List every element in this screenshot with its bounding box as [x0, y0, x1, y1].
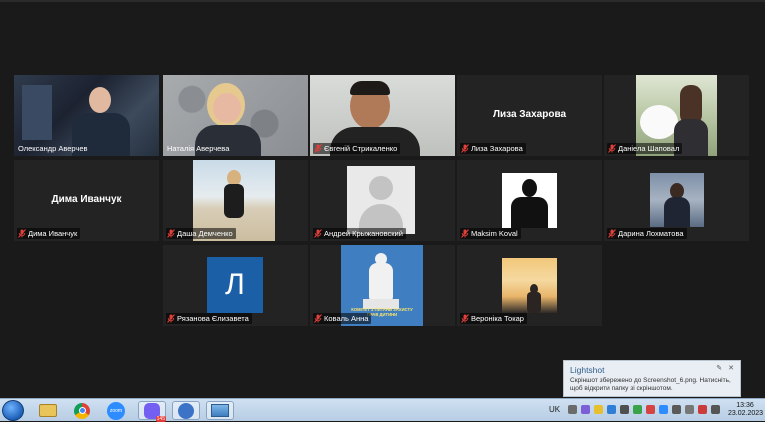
- participant-name-label: Євгеній Стрикаленко: [313, 143, 401, 154]
- participant-tile-9[interactable]: Maksim Koval: [457, 160, 602, 241]
- notification-title: Lightshot: [570, 365, 605, 375]
- muted-mic-icon: [461, 314, 469, 323]
- silhouette-body: [511, 197, 548, 228]
- notification-text: Скріншот збережено до Screenshot_6.png. …: [570, 377, 731, 392]
- clock-time: 13:36: [736, 402, 754, 409]
- participant-tile-7[interactable]: Даша Демченко: [163, 160, 308, 241]
- participant-tile-8[interactable]: Андрей Крыжановский: [310, 160, 455, 241]
- profile-photo: [502, 173, 557, 228]
- muted-mic-icon: [608, 229, 616, 238]
- muted-mic-icon: [314, 314, 322, 323]
- title-bar: [0, 0, 765, 2]
- tray-arrow-icon[interactable]: [568, 405, 577, 414]
- person-head: [213, 93, 241, 123]
- muted-mic-icon: [167, 229, 175, 238]
- default-avatar: [347, 166, 415, 234]
- app-icon: [178, 402, 194, 419]
- chrome-taskbar-button[interactable]: [68, 401, 96, 420]
- teams-taskbar-button[interactable]: [172, 401, 200, 420]
- tray-app-icon[interactable]: [698, 405, 707, 414]
- volume-icon[interactable]: [711, 405, 720, 414]
- participant-tile-1[interactable]: Олександр Аверчев: [14, 75, 159, 156]
- participant-tile-3[interactable]: Євгеній Стрикаленко: [310, 75, 455, 156]
- tray-app-icon[interactable]: [646, 405, 655, 414]
- silhouette-head: [522, 179, 537, 197]
- explorer-taskbar-button[interactable]: [34, 401, 62, 420]
- viber-icon: 145: [144, 402, 166, 422]
- person-body: [527, 292, 541, 313]
- muted-mic-icon: [18, 229, 26, 238]
- photos-taskbar-button[interactable]: [206, 401, 234, 420]
- participant-tile-13[interactable]: Вероніка Токар: [457, 245, 602, 326]
- muted-mic-icon: [461, 229, 469, 238]
- lightshot-tray-icon[interactable]: [581, 405, 590, 414]
- participant-tile-10[interactable]: Дарина Лохматова: [604, 160, 749, 241]
- close-icon[interactable]: ✕: [728, 364, 734, 372]
- flower-bouquet: [640, 105, 678, 139]
- profile-photo: [650, 173, 704, 227]
- folder-icon: [39, 404, 57, 417]
- tray-app-icon[interactable]: [607, 405, 616, 414]
- participant-name-label: Коваль Анна: [313, 313, 372, 324]
- participant-name-label: Наталія Аверчева: [167, 144, 230, 153]
- viber-taskbar-button[interactable]: 145: [138, 401, 166, 422]
- muted-mic-icon: [314, 229, 322, 238]
- participant-display-name: Дима Иванчук: [51, 194, 122, 205]
- profile-photo: [502, 258, 557, 313]
- participant-display-name: Лиза Захарова: [492, 109, 567, 120]
- windows-taskbar: zoom 145 UK 13:36 23.02.2023: [0, 398, 765, 422]
- participant-name-label: Андрей Крыжановский: [313, 228, 406, 239]
- person-body: [664, 197, 690, 227]
- tray-app-icon[interactable]: [620, 405, 629, 414]
- person-body: [224, 184, 244, 218]
- muted-mic-icon: [314, 144, 322, 153]
- avatar-head-icon: [369, 176, 393, 200]
- participant-name-label: Вероніка Токар: [460, 313, 527, 324]
- system-clock[interactable]: 13:36 23.02.2023: [728, 402, 764, 418]
- tray-app-icon[interactable]: [594, 405, 603, 414]
- participant-name-label: Олександр Аверчев: [18, 144, 88, 153]
- person-hair: [350, 81, 390, 95]
- letter-avatar: Л: [207, 257, 263, 313]
- participant-name-label: Даша Демченко: [166, 228, 236, 239]
- participant-tile-12[interactable]: КОМІТЕТ З ПИТАНЬ ЗАХИСТУ ПРАВ ДИТИНИ Ков…: [310, 245, 455, 326]
- participant-name-label: Дима Иванчук: [17, 228, 81, 239]
- flag-icon[interactable]: [685, 405, 694, 414]
- participant-name-label: Maksim Koval: [460, 228, 521, 239]
- participant-name-label: Даніела Шаповал: [607, 143, 683, 154]
- bookshelf: [22, 85, 52, 140]
- lightshot-notification[interactable]: Lightshot ✎ ✕ Скріншот збережено до Scre…: [563, 360, 741, 397]
- image-viewer-icon: [211, 404, 229, 417]
- participant-tile-11[interactable]: Л Рязанова Єлизавета: [163, 245, 308, 326]
- statue-body: [369, 263, 393, 301]
- muted-mic-icon: [461, 144, 469, 153]
- language-indicator[interactable]: UK: [549, 405, 560, 414]
- zoom-tray-icon[interactable]: [659, 405, 668, 414]
- muted-mic-icon: [608, 144, 616, 153]
- participant-tile-4[interactable]: Лиза Захарова Лиза Захарова: [457, 75, 602, 156]
- muted-mic-icon: [167, 314, 175, 323]
- network-icon[interactable]: [672, 405, 681, 414]
- zoom-icon: zoom: [107, 401, 125, 420]
- zoom-taskbar-button[interactable]: zoom: [102, 401, 130, 420]
- participant-name-label: Рязанова Єлизавета: [166, 313, 252, 324]
- clock-date: 23.02.2023: [728, 410, 764, 417]
- participant-name-label: Дарина Лохматова: [607, 228, 687, 239]
- zoom-meeting-window: Олександр Аверчев Наталія Аверчева Євген…: [0, 0, 765, 398]
- tray-app-icon[interactable]: [633, 405, 642, 414]
- start-orb[interactable]: [2, 400, 24, 421]
- pin-icon[interactable]: ✎: [716, 364, 722, 372]
- participant-name-label: Лиза Захарова: [460, 143, 526, 154]
- participant-tile-2[interactable]: Наталія Аверчева: [163, 75, 308, 156]
- participant-tile-5[interactable]: Даніела Шаповал: [604, 75, 749, 156]
- chrome-icon: [74, 402, 90, 419]
- person-head: [89, 87, 111, 113]
- participant-tile-6[interactable]: Дима Иванчук Дима Иванчук: [14, 160, 159, 241]
